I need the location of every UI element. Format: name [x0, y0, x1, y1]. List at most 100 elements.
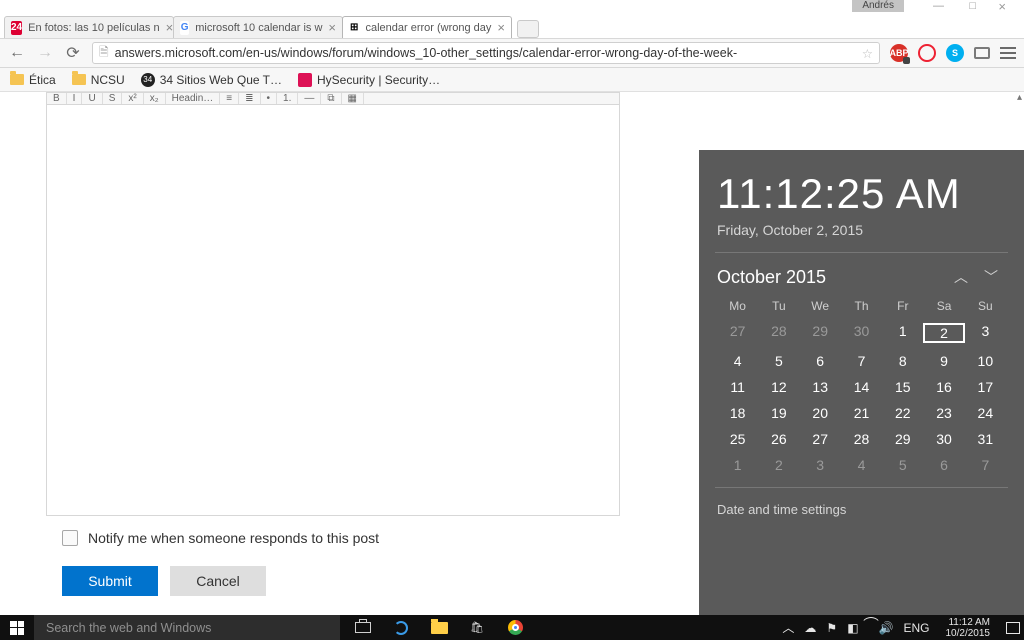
calendar-day[interactable]: 10 [965, 353, 1006, 369]
calendar-day[interactable]: 2 [923, 323, 964, 343]
extension-abp-icon[interactable]: ABP [890, 44, 908, 62]
address-bar[interactable]: 🗎 answers.microsoft.com/en-us/windows/fo… [92, 42, 880, 64]
editor-tool-button[interactable]: ≣ [245, 93, 260, 104]
tray-app-icon[interactable]: ◧ [847, 621, 858, 635]
scrollbar-up-icon[interactable]: ▴ [1017, 92, 1022, 103]
calendar-day[interactable]: 1 [882, 323, 923, 343]
editor-tool-button[interactable]: x² [128, 93, 143, 104]
calendar-day[interactable]: 28 [758, 323, 799, 343]
calendar-day[interactable]: 12 [758, 379, 799, 395]
calendar-day[interactable]: 30 [841, 323, 882, 343]
nav-reload-button[interactable]: ⟳ [64, 43, 82, 63]
calendar-day[interactable]: 20 [800, 405, 841, 421]
calendar-day[interactable]: 16 [923, 379, 964, 395]
tab-close-icon[interactable]: × [497, 20, 505, 35]
calendar-day[interactable]: 13 [800, 379, 841, 395]
calendar-day[interactable]: 24 [965, 405, 1006, 421]
editor-tool-button[interactable]: x₂ [150, 93, 166, 104]
browser-tab[interactable]: Gmicrosoft 10 calendar is w× [173, 16, 343, 38]
nav-back-button[interactable]: ← [8, 44, 26, 62]
editor-tool-button[interactable]: — [304, 93, 321, 104]
editor-toolbar[interactable]: BIUSx² x₂ Headin… ≡ ≣ • 1. — ⧉ ▦ [46, 92, 620, 104]
task-view-button[interactable] [344, 615, 382, 640]
calendar-day[interactable]: 7 [965, 457, 1006, 473]
calendar-day[interactable]: 2 [758, 457, 799, 473]
calendar-day[interactable]: 27 [717, 323, 758, 343]
calendar-day[interactable]: 7 [841, 353, 882, 369]
action-center-button[interactable] [1006, 622, 1020, 634]
calendar-day[interactable]: 5 [758, 353, 799, 369]
date-time-settings-link[interactable]: Date and time settings [717, 502, 1006, 517]
window-maximize-button[interactable]: □ [969, 0, 976, 12]
tray-onedrive-icon[interactable]: ☁ [804, 621, 816, 635]
calendar-day[interactable]: 31 [965, 431, 1006, 447]
tray-clock[interactable]: 11:12 AM 10/2/2015 [940, 617, 997, 639]
editor-tool-button[interactable]: ⧉ [327, 93, 341, 104]
taskbar-chrome-button[interactable] [496, 615, 534, 640]
calendar-day[interactable]: 30 [923, 431, 964, 447]
tray-volume-icon[interactable]: 🔊 [879, 621, 894, 635]
calendar-day[interactable]: 5 [882, 457, 923, 473]
editor-tool-button[interactable]: ≡ [226, 93, 239, 104]
start-button[interactable] [0, 621, 34, 635]
extension-skype-icon[interactable]: S [946, 44, 964, 62]
extension-opera-icon[interactable] [918, 44, 936, 62]
os-user-badge[interactable]: Andrés [852, 0, 904, 12]
editor-tool-button[interactable]: 1. [283, 93, 298, 104]
bookmark-star-icon[interactable]: ☆ [862, 46, 873, 61]
calendar-day[interactable]: 4 [717, 353, 758, 369]
taskbar-explorer-button[interactable] [420, 615, 458, 640]
browser-tab[interactable]: 24En fotos: las 10 películas n× [4, 16, 174, 38]
calendar-day[interactable]: 27 [800, 431, 841, 447]
calendar-prev-button[interactable]: ︿ [946, 263, 976, 291]
calendar-day[interactable]: 29 [800, 323, 841, 343]
calendar-day[interactable]: 11 [717, 379, 758, 395]
calendar-day[interactable]: 15 [882, 379, 923, 395]
editor-textarea[interactable] [46, 104, 620, 516]
editor-tool-button[interactable]: I [73, 93, 83, 104]
editor-tool-button[interactable]: U [88, 93, 102, 104]
editor-tool-button[interactable]: Headin… [172, 93, 221, 104]
tray-language[interactable]: ENG [903, 621, 929, 635]
taskbar-edge-button[interactable] [382, 615, 420, 640]
cast-icon[interactable] [974, 47, 990, 59]
calendar-day[interactable]: 17 [965, 379, 1006, 395]
editor-tool-button[interactable]: B [53, 93, 67, 104]
calendar-day[interactable]: 9 [923, 353, 964, 369]
calendar-day[interactable]: 26 [758, 431, 799, 447]
nav-forward-button[interactable]: → [36, 44, 54, 62]
calendar-day[interactable]: 21 [841, 405, 882, 421]
calendar-day[interactable]: 4 [841, 457, 882, 473]
calendar-day[interactable]: 3 [800, 457, 841, 473]
new-tab-button[interactable] [517, 20, 539, 38]
calendar-day[interactable]: 1 [717, 457, 758, 473]
editor-tool-button[interactable]: ▦ [348, 93, 364, 104]
calendar-day[interactable]: 6 [923, 457, 964, 473]
tray-defender-icon[interactable]: ⚑ [826, 621, 837, 635]
calendar-day[interactable]: 28 [841, 431, 882, 447]
calendar-day[interactable]: 22 [882, 405, 923, 421]
window-close-button[interactable]: × [998, 0, 1006, 14]
bookmark-item[interactable]: Ética [10, 73, 56, 87]
bookmark-item[interactable]: HySecurity | Security… [298, 73, 440, 87]
calendar-day[interactable]: 8 [882, 353, 923, 369]
calendar-day[interactable]: 3 [965, 323, 1006, 343]
editor-tool-button[interactable]: S [109, 93, 123, 104]
calendar-day[interactable]: 29 [882, 431, 923, 447]
editor-tool-button[interactable]: • [267, 93, 278, 104]
calendar-next-button[interactable]: ﹀ [976, 263, 1006, 291]
calendar-day[interactable]: 14 [841, 379, 882, 395]
calendar-day[interactable]: 6 [800, 353, 841, 369]
cancel-button[interactable]: Cancel [170, 566, 266, 596]
taskbar-search-input[interactable]: Search the web and Windows [34, 615, 340, 640]
calendar-day[interactable]: 18 [717, 405, 758, 421]
calendar-day[interactable]: 23 [923, 405, 964, 421]
window-minimize-button[interactable]: — [933, 0, 944, 12]
browser-tab[interactable]: ⊞calendar error (wrong day× [342, 16, 512, 38]
taskbar-store-button[interactable]: 🛍 [458, 615, 496, 640]
bookmark-item[interactable]: 3434 Sitios Web Que T… [141, 73, 282, 87]
calendar-month-year[interactable]: October 2015 [717, 267, 826, 288]
bookmark-item[interactable]: NCSU [72, 73, 125, 87]
notify-checkbox[interactable] [62, 530, 78, 546]
calendar-day[interactable]: 19 [758, 405, 799, 421]
